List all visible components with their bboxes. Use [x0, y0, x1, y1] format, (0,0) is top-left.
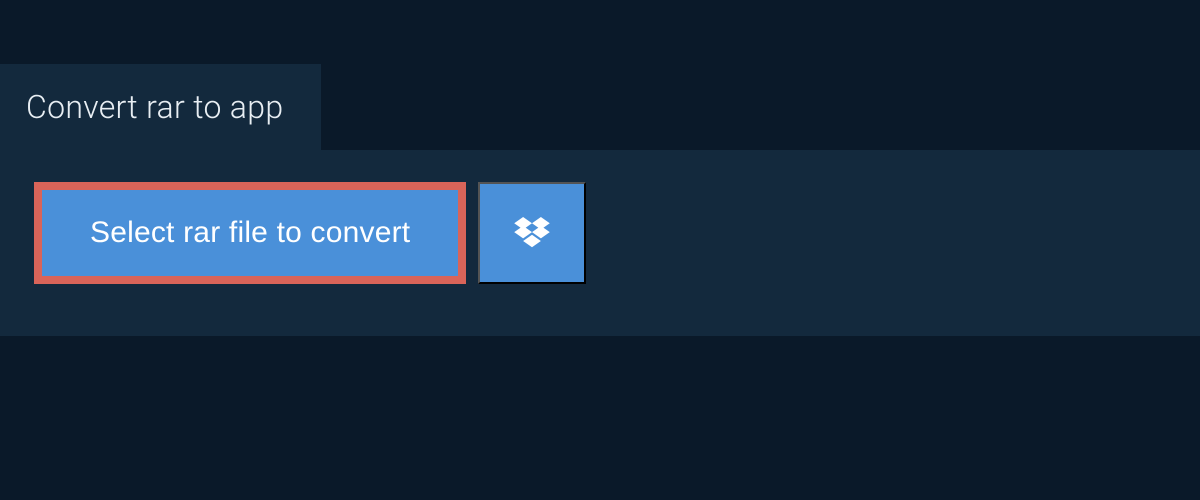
tab-header: Convert rar to app: [0, 64, 321, 150]
tab-title: Convert rar to app: [26, 88, 283, 126]
dropbox-button[interactable]: [478, 182, 586, 284]
select-file-button[interactable]: Select rar file to convert: [34, 182, 466, 284]
content-panel: Select rar file to convert: [0, 150, 1200, 336]
dropbox-icon: [514, 217, 550, 249]
button-row: Select rar file to convert: [34, 182, 1166, 284]
